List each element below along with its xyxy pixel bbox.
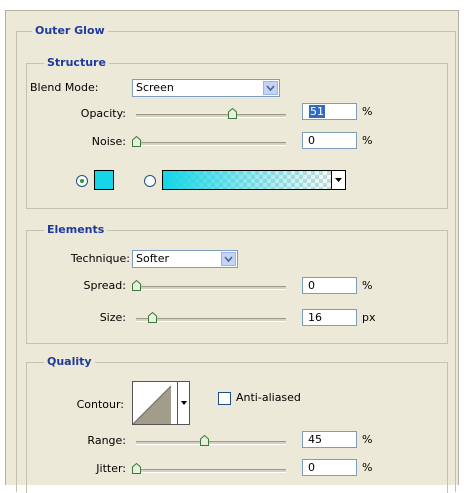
size-unit: px: [362, 311, 376, 324]
technique-value: Softer: [136, 252, 169, 265]
size-slider-thumb[interactable]: [148, 312, 157, 323]
blend-mode-value: Screen: [136, 81, 174, 94]
color-radio[interactable]: [76, 175, 88, 187]
blend-mode-label: Blend Mode:: [30, 81, 99, 94]
noise-unit: %: [362, 134, 373, 147]
opacity-label: Opacity:: [80, 107, 126, 120]
quality-title: Quality: [44, 355, 95, 368]
spread-unit: %: [362, 279, 373, 292]
range-label: Range:: [87, 434, 126, 447]
triangle-down-icon: [335, 178, 342, 182]
spread-input[interactable]: 0: [302, 277, 357, 294]
layer-style-panel: Outer Glow Structure Blend Mode: Screen …: [5, 10, 459, 493]
chevron-down-icon[interactable]: [221, 252, 236, 266]
spread-slider-track[interactable]: [136, 286, 286, 290]
chevron-down-icon[interactable]: [263, 81, 278, 95]
range-value: 45: [308, 433, 322, 446]
opacity-slider-thumb[interactable]: [228, 108, 237, 119]
noise-slider-track[interactable]: [136, 142, 286, 146]
jitter-slider-track[interactable]: [136, 469, 286, 473]
size-input[interactable]: 16: [302, 309, 357, 326]
range-unit: %: [362, 433, 373, 446]
jitter-value: 0: [308, 461, 315, 474]
range-input[interactable]: 45: [302, 431, 357, 448]
contour-dropdown-button[interactable]: [178, 381, 190, 425]
size-label: Size:: [99, 311, 126, 324]
structure-title: Structure: [44, 56, 109, 69]
opacity-slider-track[interactable]: [136, 114, 286, 118]
triangle-down-icon: [180, 401, 187, 405]
color-swatch[interactable]: [94, 170, 114, 190]
gradient-dropdown-button[interactable]: [331, 171, 345, 189]
technique-label: Technique:: [70, 252, 130, 265]
size-value: 16: [308, 311, 322, 324]
jitter-unit: %: [362, 461, 373, 474]
contour-picker[interactable]: [132, 381, 178, 425]
gradient-radio[interactable]: [144, 175, 156, 187]
technique-select[interactable]: Softer: [132, 250, 238, 268]
jitter-slider-thumb[interactable]: [132, 463, 141, 474]
opacity-unit: %: [362, 105, 373, 118]
elements-title: Elements: [44, 223, 108, 236]
spread-value: 0: [308, 279, 315, 292]
opacity-value: 51: [309, 105, 325, 118]
range-slider-track[interactable]: [136, 441, 286, 445]
range-slider-thumb[interactable]: [200, 435, 209, 446]
gradient-picker[interactable]: [162, 170, 346, 190]
blend-mode-select[interactable]: Screen: [132, 79, 280, 97]
size-slider-track[interactable]: [136, 318, 286, 322]
noise-value: 0: [308, 134, 315, 147]
noise-input[interactable]: 0: [302, 132, 357, 149]
spread-label: Spread:: [83, 279, 126, 292]
outer-glow-title: Outer Glow: [32, 24, 108, 37]
jitter-label: Jitter:: [96, 462, 126, 475]
contour-label: Contour:: [76, 398, 124, 411]
jitter-input[interactable]: 0: [302, 459, 357, 476]
contour-curve-icon: [133, 385, 172, 424]
opacity-input[interactable]: 51: [302, 103, 357, 120]
anti-aliased-checkbox[interactable]: [218, 392, 231, 405]
anti-aliased-label[interactable]: Anti-aliased: [236, 391, 301, 405]
noise-slider-thumb[interactable]: [132, 136, 141, 147]
spread-slider-thumb[interactable]: [132, 280, 141, 291]
noise-label: Noise:: [91, 135, 126, 148]
